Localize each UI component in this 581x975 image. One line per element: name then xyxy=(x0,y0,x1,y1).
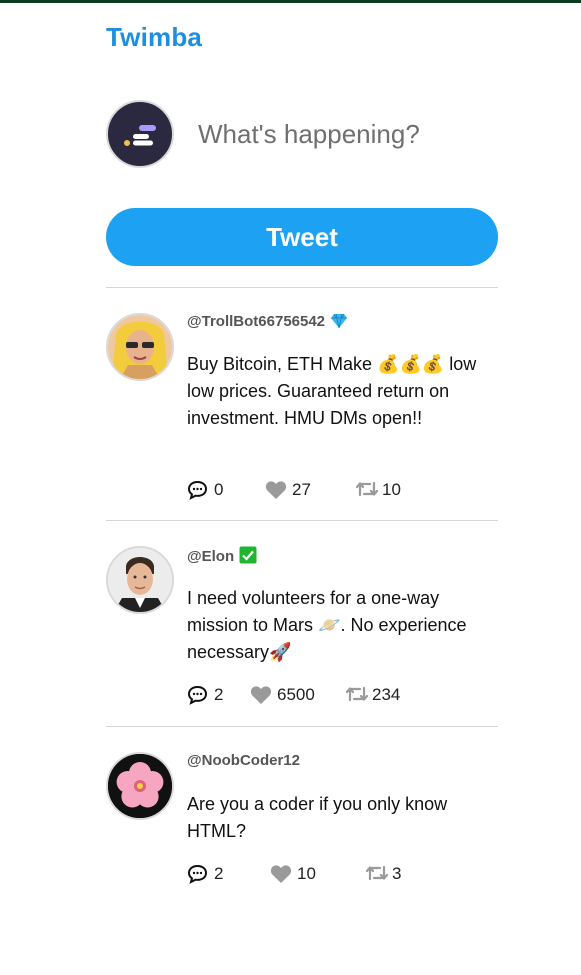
tweet-text: I need volunteers for a one-way mission … xyxy=(187,588,467,662)
retweet-icon xyxy=(355,481,379,497)
comment-icon xyxy=(187,685,208,705)
like-count: 6500 xyxy=(277,685,315,704)
tweet-text: Buy Bitcoin, ETH Make 💰💰💰 low low prices… xyxy=(187,354,477,428)
heart-icon xyxy=(270,865,292,883)
tweet-handle: @NoobCoder12 xyxy=(187,752,300,769)
reply-count: 2 xyxy=(214,864,224,883)
retweet-count: 3 xyxy=(392,864,402,883)
heart-icon xyxy=(250,686,272,704)
check-icon xyxy=(239,546,257,564)
logo-icon xyxy=(124,125,156,146)
tweet-handle: @TrollBot66756542 xyxy=(187,313,348,330)
heart-icon xyxy=(265,481,287,499)
brand-title: Twimba xyxy=(106,22,203,52)
avatar xyxy=(106,313,174,381)
retweet-icon xyxy=(345,686,369,702)
user-avatar xyxy=(106,100,174,168)
reply-count: 0 xyxy=(214,480,224,499)
tweet-handle: @Elon xyxy=(187,546,257,565)
retweet-icon xyxy=(365,865,389,881)
compose-input[interactable] xyxy=(198,114,498,154)
retweet-count: 10 xyxy=(382,480,401,499)
divider xyxy=(106,726,498,727)
reply-count: 2 xyxy=(214,685,224,704)
top-border xyxy=(0,0,581,3)
avatar xyxy=(106,752,174,820)
retweet-count: 234 xyxy=(372,685,401,704)
divider xyxy=(106,520,498,521)
tweet-button[interactable]: Tweet xyxy=(106,208,498,266)
tweet-composer xyxy=(106,100,498,168)
like-count: 10 xyxy=(297,864,316,883)
divider xyxy=(106,287,498,288)
avatar xyxy=(106,546,174,614)
comment-icon xyxy=(187,480,208,500)
diamond-icon xyxy=(331,313,348,329)
comment-icon xyxy=(187,864,208,884)
like-count: 27 xyxy=(292,480,311,499)
tweet-text: Are you a coder if you only know HTML? xyxy=(187,794,448,841)
